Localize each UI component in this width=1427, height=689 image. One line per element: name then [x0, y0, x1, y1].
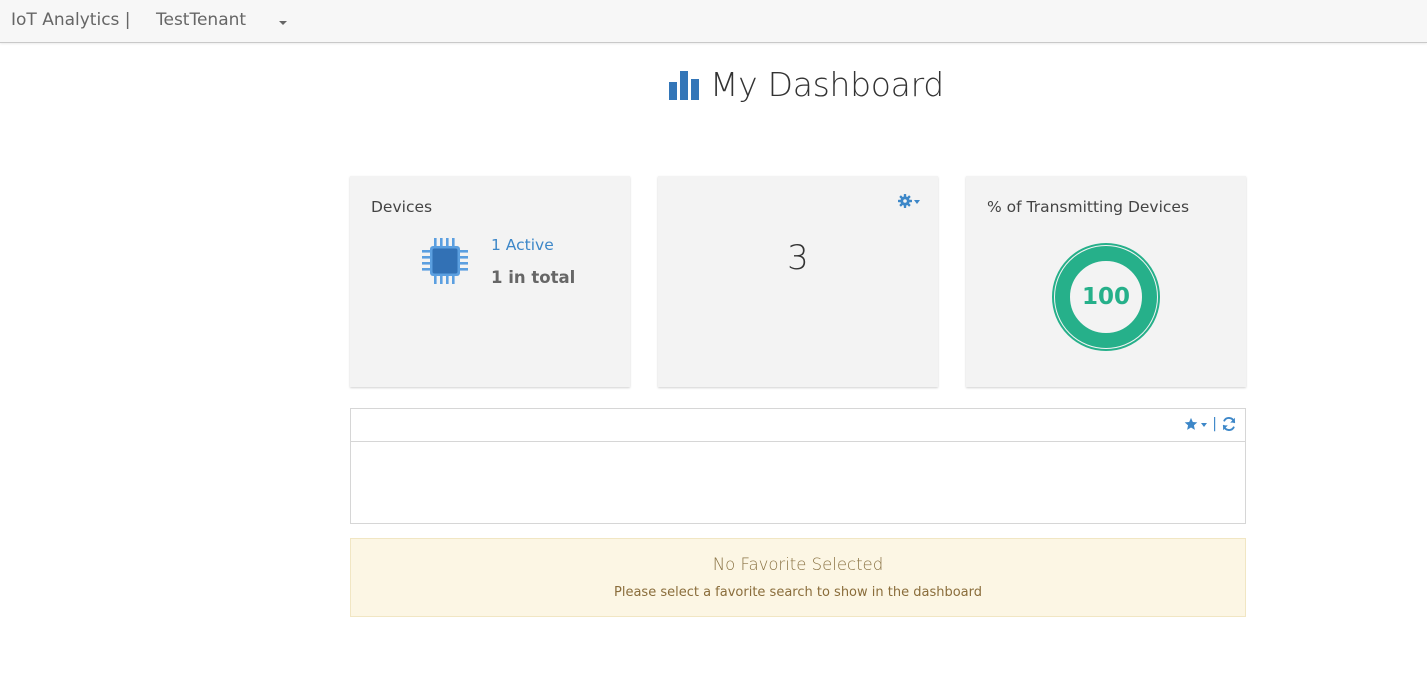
page-title-text: My Dashboard: [710, 64, 944, 104]
favorite-dropdown-button[interactable]: [1184, 417, 1208, 431]
no-favorite-alert: No Favorite Selected Please select a fav…: [350, 538, 1246, 617]
bar-chart-icon: [669, 71, 699, 100]
favorites-toolbar: |: [1184, 416, 1237, 432]
count-card: 3: [658, 176, 938, 387]
alert-message: Please select a favorite search to show …: [614, 585, 982, 600]
caret-down-icon[interactable]: [279, 21, 287, 25]
tenant-selector[interactable]: TestTenant: [156, 10, 246, 30]
settings-dropdown-button[interactable]: [898, 190, 926, 212]
toolbar-separator: |: [1212, 416, 1217, 432]
app-brand[interactable]: IoT Analytics |: [11, 10, 131, 30]
star-icon: [1184, 417, 1198, 430]
chip-icon: [422, 238, 468, 284]
top-navbar: IoT Analytics | TestTenant: [0, 0, 1427, 43]
caret-down-icon: [914, 200, 920, 204]
devices-card: Devices 1 Active 1 in total: [350, 176, 630, 387]
gear-icon: [898, 194, 912, 208]
count-value: 3: [787, 238, 809, 278]
page-title: My Dashboard: [668, 62, 944, 106]
alert-title: No Favorite Selected: [712, 555, 884, 574]
transmitting-card-title: % of Transmitting Devices: [987, 198, 1190, 216]
caret-down-icon: [1201, 423, 1208, 427]
total-devices-text: 1 in total: [491, 268, 576, 287]
transmitting-percent-value: 100: [1081, 284, 1130, 310]
active-devices-link[interactable]: 1 Active: [491, 236, 554, 254]
favorites-panel-header: |: [351, 409, 1245, 442]
favorites-panel: |: [350, 408, 1246, 524]
devices-card-title: Devices: [371, 198, 433, 216]
transmitting-card: % of Transmitting Devices 100: [966, 176, 1246, 387]
refresh-icon[interactable]: [1221, 416, 1237, 432]
